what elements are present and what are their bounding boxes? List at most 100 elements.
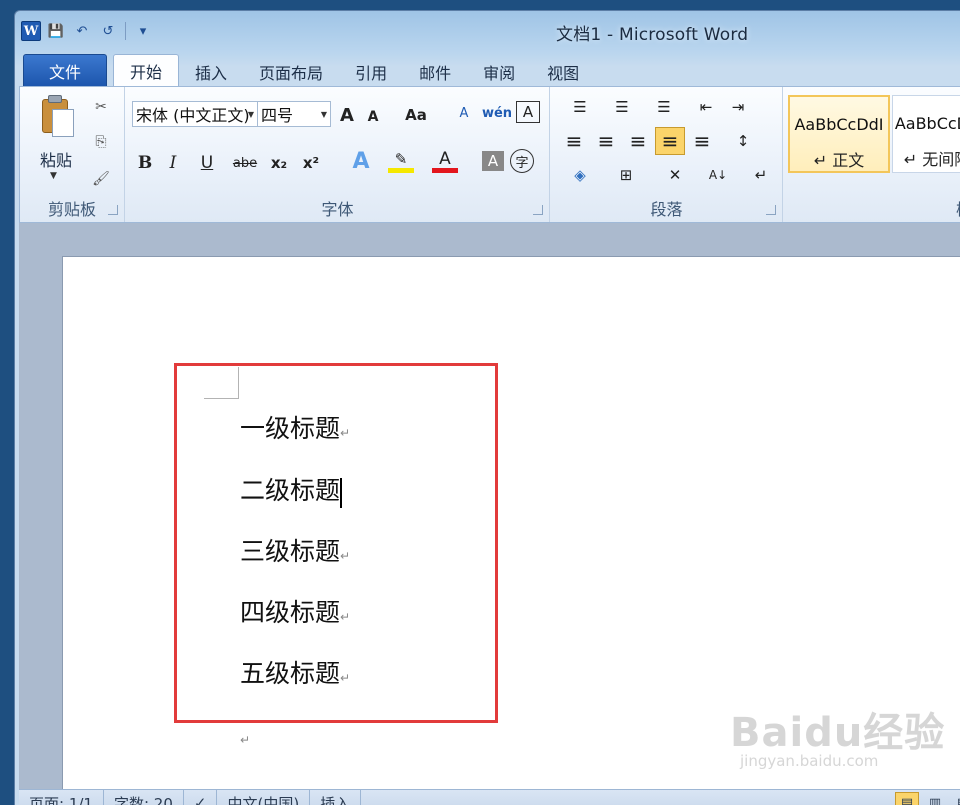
subscript-button[interactable]: x₂	[266, 151, 292, 175]
status-language[interactable]: 中文(中国)	[217, 790, 311, 805]
shrink-font-icon[interactable]: A	[362, 105, 384, 129]
word-window: W 💾 ↶ ↺ ▾ 文档1 - Microsoft Word 文件 开始 插入 …	[14, 10, 960, 805]
print-layout-view-icon[interactable]: ▤	[895, 792, 919, 805]
font-launcher-icon[interactable]	[533, 205, 543, 215]
tab-references[interactable]: 引用	[339, 58, 403, 86]
decrease-indent-icon[interactable]: ⇤	[693, 95, 719, 119]
customize-qat-icon[interactable]: ▾	[132, 21, 154, 41]
superscript-button[interactable]: x²	[298, 151, 324, 175]
grow-font-icon[interactable]: A	[336, 103, 358, 127]
font-name-arrow-icon: ▼	[247, 110, 254, 119]
heading-line-3[interactable]: 三级标题↵	[240, 532, 350, 568]
style-normal-name: ↵ 正文	[813, 151, 865, 170]
heading-text-2: 二级标题	[240, 476, 341, 505]
status-page[interactable]: 页面: 1/1	[19, 790, 104, 805]
watermark-url: jingyan.baidu.com	[740, 752, 879, 770]
numbering-icon[interactable]: ☰	[603, 95, 641, 119]
heading-line-4[interactable]: 四级标题↵	[240, 593, 350, 629]
line-spacing-icon[interactable]: ↕	[725, 129, 761, 153]
styles-group: AaBbCcDdI ↵ 正文 AaBbCcDd ↵ 无间隔 样	[784, 87, 960, 222]
justify-icon[interactable]: ≡	[655, 127, 685, 155]
clear-format-icon[interactable]: A	[452, 101, 476, 125]
ribbon: 粘贴 ▼ ✂ ⎘ 🖌 剪贴板 宋体 (中文正文) ▼ 四号 ▼ A A Aa A…	[19, 86, 960, 223]
watermark-logo: Baidu经验	[730, 710, 946, 756]
style-normal[interactable]: AaBbCcDdI ↵ 正文	[788, 95, 890, 173]
paste-dropdown-icon[interactable]: ▼	[50, 171, 57, 181]
font-group-label: 字体	[321, 200, 354, 219]
tab-file[interactable]: 文件	[23, 54, 108, 86]
title-bar: W 💾 ↶ ↺ ▾ 文档1 - Microsoft Word	[15, 11, 960, 49]
enclose-char-icon[interactable]: 字	[510, 149, 534, 173]
paragraph-mark: ↵	[340, 549, 351, 563]
style-no-spacing-sample: AaBbCcDd	[894, 114, 960, 133]
borders-icon[interactable]: ⊞	[607, 163, 645, 187]
window-title: 文档1 - Microsoft Word	[556, 25, 749, 45]
heading-line-5[interactable]: 五级标题↵	[240, 654, 350, 690]
multilevel-list-icon[interactable]: ☰	[645, 95, 683, 119]
tab-review[interactable]: 审阅	[467, 58, 531, 86]
bold-button[interactable]: B	[134, 151, 156, 175]
view-buttons: ▤ ▥ ▦	[895, 792, 960, 805]
full-screen-reading-icon[interactable]: ▥	[923, 792, 947, 805]
tab-page-layout[interactable]: 页面布局	[243, 58, 339, 86]
paragraph-group: ☰ ☰ ☰ ⇤ ⇥ ≡ ≡ ≡ ≡ ≡ ↕ ◈ ⊞ ✕ A↓ ↵ 段落	[551, 87, 783, 222]
paste-icon[interactable]	[38, 93, 76, 139]
style-no-spacing[interactable]: AaBbCcDd ↵ 无间隔	[892, 95, 960, 173]
underline-button[interactable]: U	[190, 151, 224, 175]
char-shading-icon[interactable]: A	[482, 151, 504, 171]
char-border-icon[interactable]: A	[516, 101, 540, 123]
end-paragraph-mark: ↵	[240, 733, 251, 747]
paste-button[interactable]: 粘贴	[40, 147, 72, 171]
status-bar: 页面: 1/1 字数: 20 ✓ 中文(中国) 插入 ▤ ▥ ▦	[19, 789, 960, 805]
change-case-icon[interactable]: Aa	[398, 103, 434, 127]
center-icon[interactable]: ≡	[593, 129, 619, 153]
clipboard-launcher-icon[interactable]	[108, 205, 118, 215]
strikethrough-button[interactable]: abe	[230, 151, 260, 175]
style-normal-sample: AaBbCcDdI	[794, 115, 884, 134]
web-layout-icon[interactable]: ▦	[951, 792, 960, 805]
paragraph-mark: ↵	[340, 671, 351, 685]
font-name-value: 宋体 (中文正文)	[136, 106, 250, 125]
highlight-icon[interactable]: ✎	[388, 149, 414, 173]
align-right-icon[interactable]: ≡	[625, 129, 651, 153]
heading-text-5: 五级标题	[240, 659, 341, 688]
format-painter-icon[interactable]: 🖌	[90, 169, 112, 189]
tab-view[interactable]: 视图	[531, 58, 595, 86]
text-effects-icon[interactable]: A	[348, 149, 374, 174]
word-app-icon[interactable]: W	[21, 21, 41, 41]
heading-text-1: 一级标题	[240, 414, 341, 443]
align-left-icon[interactable]: ≡	[561, 129, 587, 153]
tab-mailings[interactable]: 邮件	[403, 58, 467, 86]
styles-group-label: 样	[784, 196, 960, 220]
font-size-arrow-icon: ▼	[320, 110, 327, 119]
heading-line-1[interactable]: 一级标题↵	[240, 409, 350, 445]
chinese-layout-icon[interactable]: ✕	[655, 163, 695, 187]
increase-indent-icon[interactable]: ⇥	[725, 95, 751, 119]
bullets-icon[interactable]: ☰	[561, 95, 599, 119]
copy-icon[interactable]: ⎘	[90, 132, 112, 152]
font-name-dropdown[interactable]: 宋体 (中文正文) ▼	[132, 101, 258, 127]
save-icon[interactable]: 💾	[45, 21, 67, 41]
cut-icon[interactable]: ✂	[90, 97, 112, 117]
status-insert-mode[interactable]: 插入	[310, 790, 362, 805]
distributed-icon[interactable]: ≡	[689, 129, 715, 153]
paragraph-launcher-icon[interactable]	[766, 205, 776, 215]
tab-home[interactable]: 开始	[113, 54, 180, 86]
redo-icon[interactable]: ↺	[97, 21, 119, 41]
undo-icon[interactable]: ↶	[71, 21, 93, 41]
italic-button[interactable]: I	[162, 151, 184, 175]
font-group: 宋体 (中文正文) ▼ 四号 ▼ A A Aa A wén A B I U ab…	[126, 87, 550, 222]
font-color-icon[interactable]: A	[432, 149, 458, 173]
heading-text-3: 三级标题	[240, 537, 341, 566]
heading-line-2[interactable]: 二级标题	[240, 471, 343, 508]
font-size-dropdown[interactable]: 四号 ▼	[257, 101, 331, 127]
tab-insert[interactable]: 插入	[179, 58, 243, 86]
shading-icon[interactable]: ◈	[561, 163, 599, 187]
quick-access-toolbar: W 💾 ↶ ↺ ▾	[21, 21, 154, 41]
proofing-icon[interactable]: ✓	[184, 790, 218, 805]
phonetic-guide-icon[interactable]: wén	[482, 101, 512, 125]
show-marks-icon[interactable]: ↵	[749, 163, 773, 187]
baidu-watermark: Baidu经验 jingyan.baidu.com	[730, 700, 946, 770]
sort-icon[interactable]: A↓	[705, 163, 731, 187]
status-word-count[interactable]: 字数: 20	[104, 790, 184, 805]
